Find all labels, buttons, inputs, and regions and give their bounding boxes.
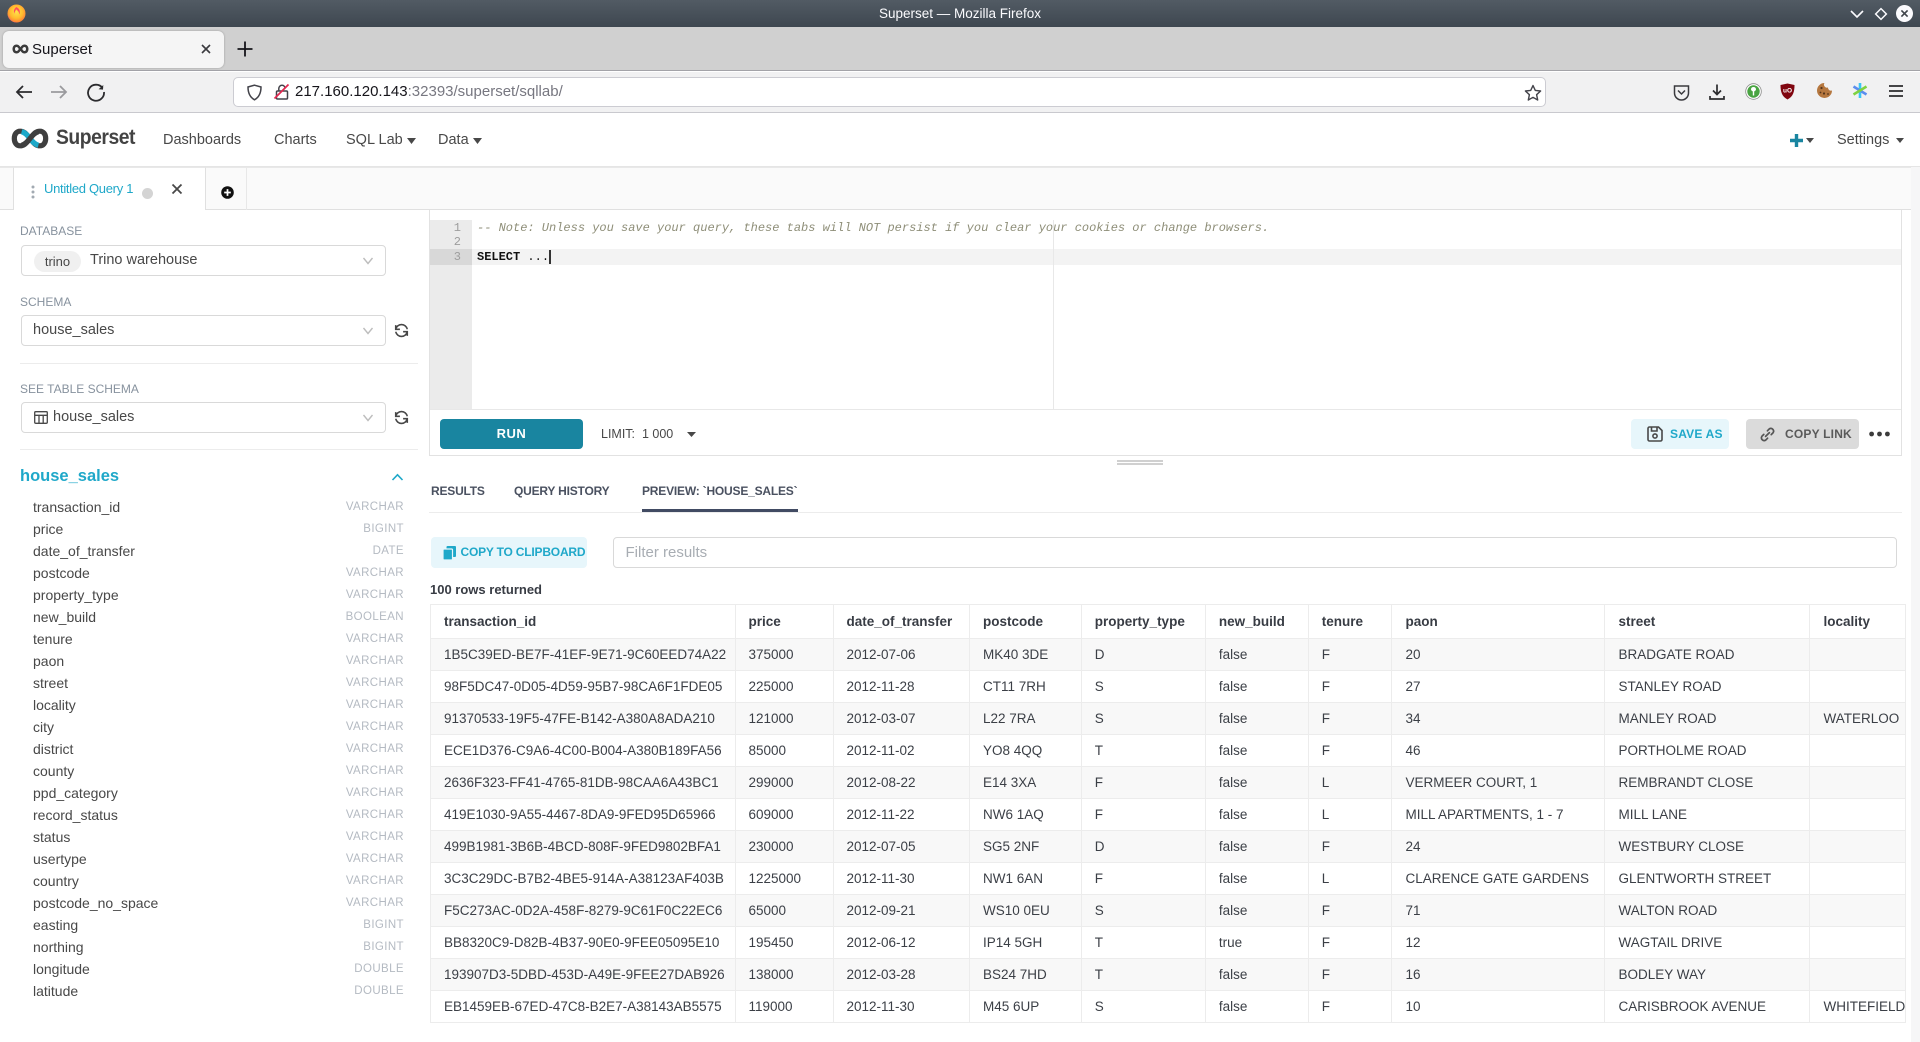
svg-text:uO: uO xyxy=(1783,88,1792,95)
